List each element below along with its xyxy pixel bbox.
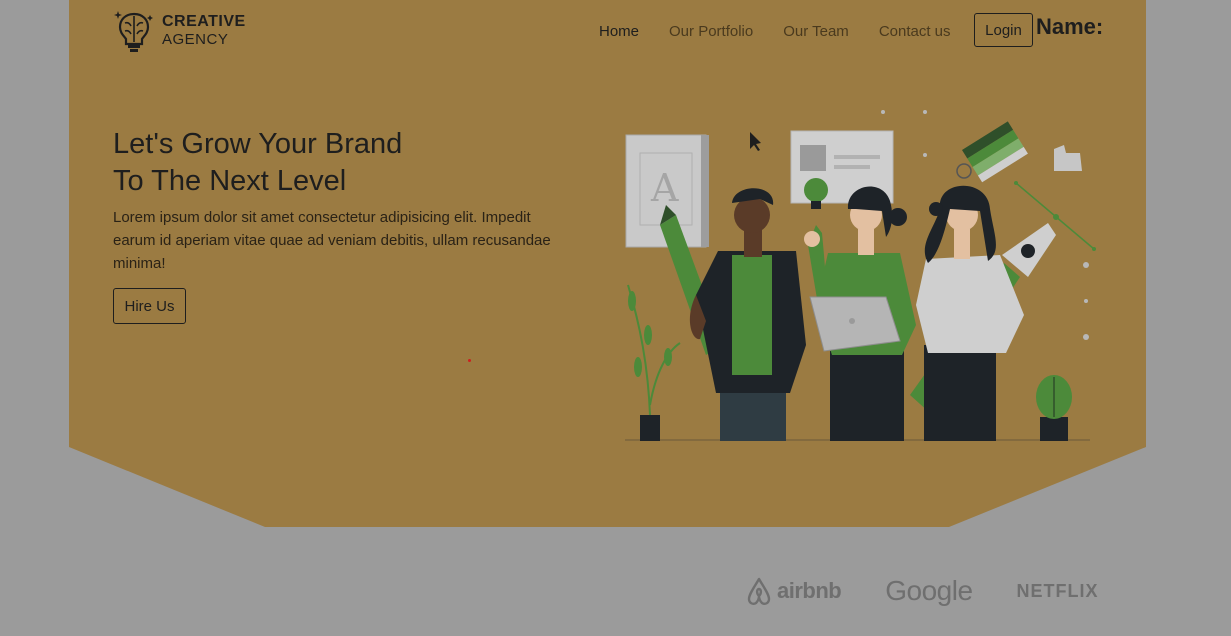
login-button[interactable]: Login xyxy=(974,13,1033,47)
brand-name-line2: AGENCY xyxy=(162,31,229,48)
creative-team-illustration: A xyxy=(625,110,1096,441)
netflix-logo: NETFLIX xyxy=(1016,580,1099,601)
airbnb-wordmark: airbnb xyxy=(777,578,842,603)
headline-line2: To The Next Level xyxy=(113,165,347,197)
nav-portfolio-link[interactable]: Our Portfolio xyxy=(669,22,753,41)
red-dot-marker xyxy=(468,359,471,362)
nav-home-link[interactable]: Home xyxy=(599,22,639,41)
svg-text:A: A xyxy=(650,166,679,210)
brand-logo[interactable]: CREATIVE AGENCY xyxy=(114,9,246,53)
partner-logos: airbnb Google NETFLIX xyxy=(745,575,1099,607)
hero-headline: Let's Grow Your Brand To The Next Level xyxy=(113,126,402,200)
brand-name-line1: CREATIVE xyxy=(162,13,246,30)
hire-us-button[interactable]: Hire Us xyxy=(113,288,186,324)
main-nav: Home Our Portfolio Our Team Contact us xyxy=(599,22,981,41)
brain-bulb-icon xyxy=(114,11,153,52)
name-label: Name: xyxy=(1036,14,1104,39)
headline-line1: Let's Grow Your Brand xyxy=(113,128,403,160)
airbnb-logo: airbnb xyxy=(745,576,842,606)
airbnb-icon xyxy=(747,577,771,605)
google-logo: Google xyxy=(885,575,973,606)
nav-team-link[interactable]: Our Team xyxy=(783,22,849,41)
hero-description: Lorem ipsum dolor sit amet consectetur a… xyxy=(113,209,551,272)
nav-contact-link[interactable]: Contact us xyxy=(879,22,951,41)
